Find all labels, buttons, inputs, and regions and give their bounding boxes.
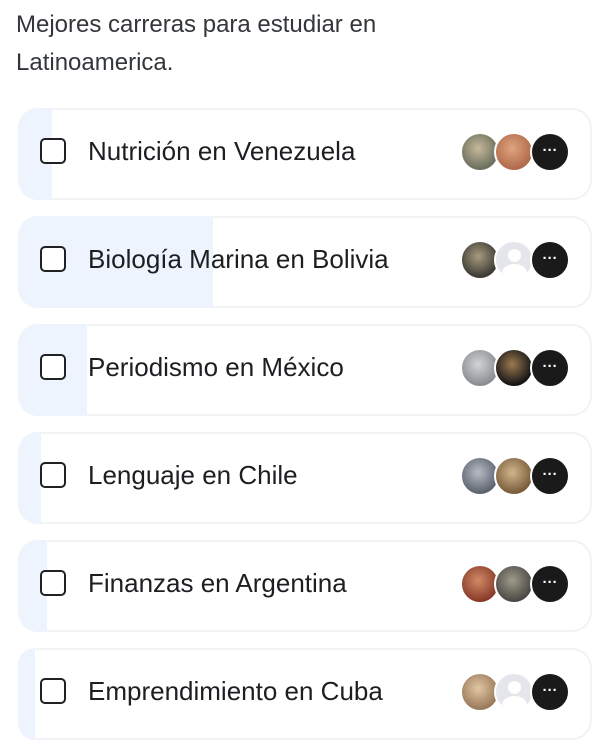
voter-avatar <box>494 564 534 604</box>
poll-option[interactable]: Lenguaje en Chile ··· <box>0 424 600 532</box>
default-avatar-icon <box>494 672 534 712</box>
more-voters-icon[interactable]: ··· <box>530 564 570 604</box>
poll-option[interactable]: Periodismo en México ··· <box>0 316 600 424</box>
voter-avatar <box>494 132 534 172</box>
poll-option-label: Periodismo en México <box>88 352 344 382</box>
poll-option-checkbox[interactable] <box>40 246 66 272</box>
poll-option-label: Emprendimiento en Cuba <box>88 676 383 706</box>
voter-avatar <box>494 456 534 496</box>
voter-avatar <box>494 348 534 388</box>
voter-avatars[interactable]: ··· <box>460 564 580 606</box>
poll-option-label: Biología Marina en Bolivia <box>88 244 389 274</box>
voter-avatars[interactable]: ··· <box>460 240 580 282</box>
poll-options-list: Nutrición en Venezuela ··· Biología Marina… <box>0 100 600 748</box>
poll-option-label: Nutrición en Venezuela <box>88 136 356 166</box>
poll-option-checkbox[interactable] <box>40 354 66 380</box>
poll-option-checkbox[interactable] <box>40 462 66 488</box>
poll-question: Mejores carreras para estudiar en Latino… <box>16 11 377 76</box>
poll-option-vote-bar <box>18 432 41 524</box>
poll-option[interactable]: Finanzas en Argentina ··· <box>0 532 600 640</box>
default-avatar-icon <box>494 240 534 280</box>
poll-option-checkbox[interactable] <box>40 138 66 164</box>
poll-option-checkbox[interactable] <box>40 678 66 704</box>
voter-avatars[interactable]: ··· <box>460 348 580 390</box>
more-voters-icon[interactable]: ··· <box>530 672 570 712</box>
more-voters-icon[interactable]: ··· <box>530 132 570 172</box>
voter-avatars[interactable]: ··· <box>460 672 580 714</box>
poll-option[interactable]: Emprendimiento en Cuba ··· <box>0 640 600 748</box>
poll-option-label: Lenguaje en Chile <box>88 460 298 490</box>
voter-avatars[interactable]: ··· <box>460 456 580 498</box>
more-voters-icon[interactable]: ··· <box>530 240 570 280</box>
poll-option[interactable]: Biología Marina en Bolivia ··· <box>0 208 600 316</box>
more-voters-icon[interactable]: ··· <box>530 456 570 496</box>
poll-option[interactable]: Nutrición en Venezuela ··· <box>0 100 600 208</box>
more-voters-icon[interactable]: ··· <box>530 348 570 388</box>
poll-option-checkbox[interactable] <box>40 570 66 596</box>
poll-option-label: Finanzas en Argentina <box>88 568 347 598</box>
voter-avatars[interactable]: ··· <box>460 132 580 174</box>
poll-option-vote-bar <box>18 648 35 740</box>
